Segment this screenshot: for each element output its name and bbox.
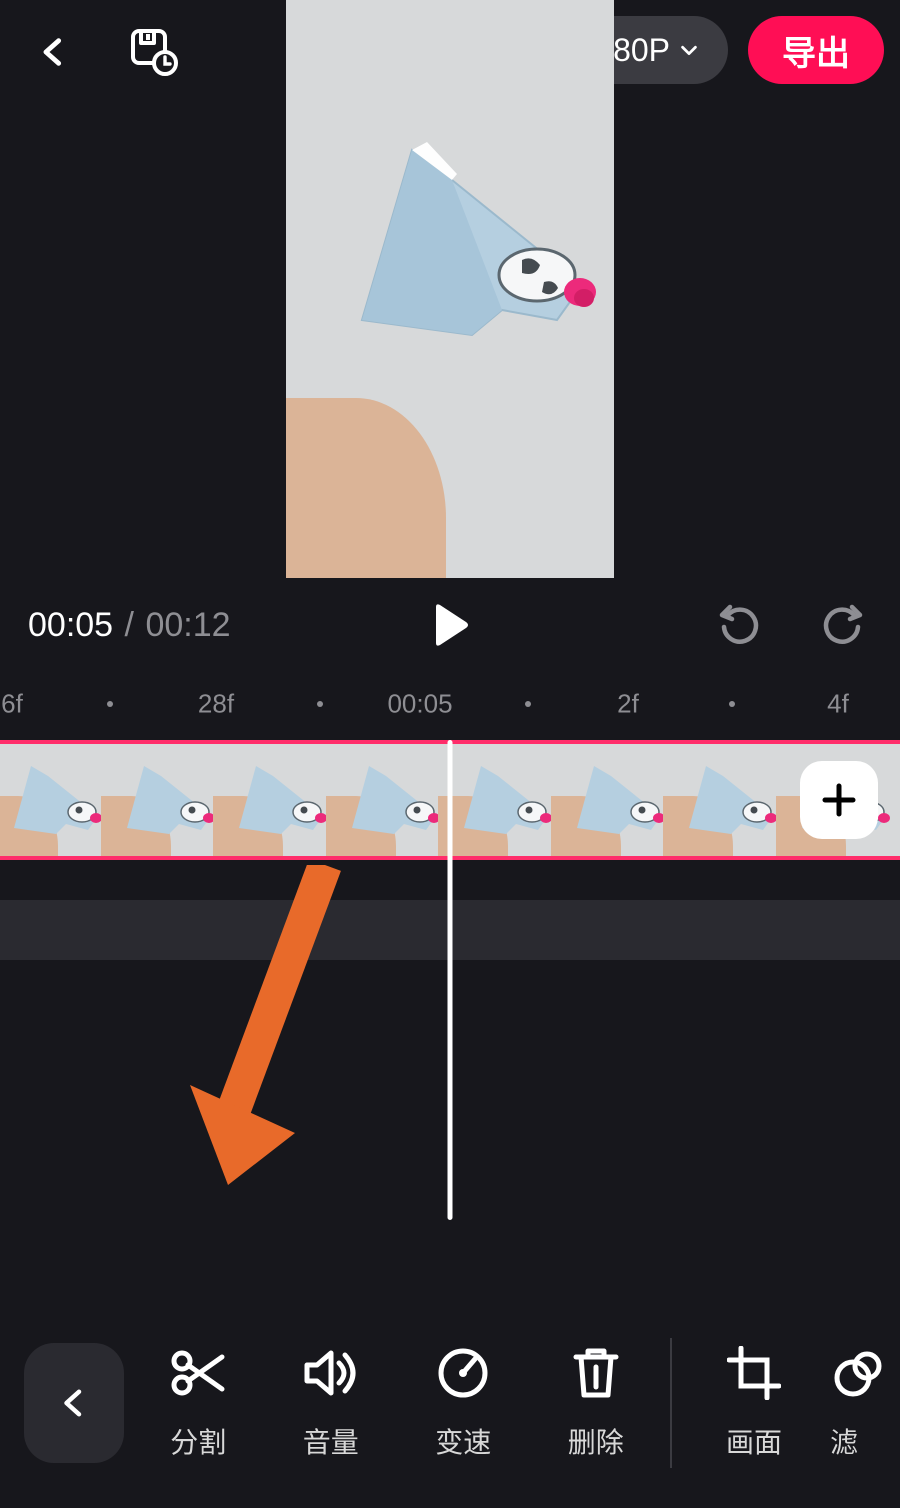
clip-thumbnail[interactable] [563,744,676,856]
ruler-mark: 2f [617,689,639,720]
time-display: 00:05 / 00:12 [28,606,231,645]
bottom-toolbar: 分割 音量 变速 删除 [0,1298,900,1508]
scissors-icon [170,1345,226,1401]
ruler-tick-dot [729,701,735,707]
tool-volume[interactable]: 音量 [265,1345,397,1461]
playback-bar: 00:05 / 00:12 [0,590,900,660]
ruler-mark: 28f [198,689,234,720]
tool-label: 变速 [435,1421,491,1461]
clip-thumbnail[interactable] [225,744,338,856]
tool-label: 删除 [568,1421,624,1461]
add-clip-button[interactable] [800,761,878,839]
clip-thumbnail[interactable] [113,744,226,856]
ruler-tick-dot [107,701,113,707]
tool-split[interactable]: 分割 [132,1345,264,1461]
timeline-ruler: 6f 28f 00:05 2f 4f [0,668,900,740]
redo-button[interactable] [812,595,872,655]
time-separator: / [125,606,134,644]
clip-thumbnail[interactable] [338,744,451,856]
current-time: 00:05 [28,606,113,644]
undo-icon [718,603,762,647]
tool-crop[interactable]: 画面 [688,1345,820,1461]
paper-airplane-graphic [322,120,612,360]
duration-time: 00:12 [145,606,230,644]
trash-icon [568,1345,624,1401]
redo-icon [820,603,864,647]
clip-thumbnail[interactable] [675,744,788,856]
speaker-icon [303,1345,359,1401]
ruler-mark: 6f [1,689,23,720]
toolbar-divider [670,1338,672,1468]
tool-delete[interactable]: 删除 [530,1345,662,1461]
preview-frame [286,0,614,578]
ruler-mark: 00:05 [387,689,452,720]
play-button[interactable] [420,595,480,655]
hand-graphic [286,398,446,578]
plus-icon [819,780,859,820]
filter-icon [830,1345,886,1401]
video-preview[interactable] [0,0,900,590]
ruler-tick-dot [317,701,323,707]
tool-filter[interactable]: 滤 [830,1345,900,1461]
play-icon [430,603,470,647]
chevron-left-icon [59,1382,89,1424]
ruler-tick-dot [525,701,531,707]
tool-label: 画面 [726,1421,782,1461]
tool-label: 音量 [303,1421,359,1461]
ruler-mark: 4f [827,689,849,720]
tool-label: 滤 [830,1421,858,1461]
tool-label: 分割 [170,1421,226,1461]
playhead[interactable] [448,740,453,1220]
clip-thumbnail[interactable] [0,744,113,856]
tool-speed[interactable]: 变速 [397,1345,529,1461]
undo-button[interactable] [710,595,770,655]
clip-thumbnail[interactable] [450,744,563,856]
toolbar-back-button[interactable] [24,1343,124,1463]
crop-icon [726,1345,782,1401]
gauge-icon [435,1345,491,1401]
